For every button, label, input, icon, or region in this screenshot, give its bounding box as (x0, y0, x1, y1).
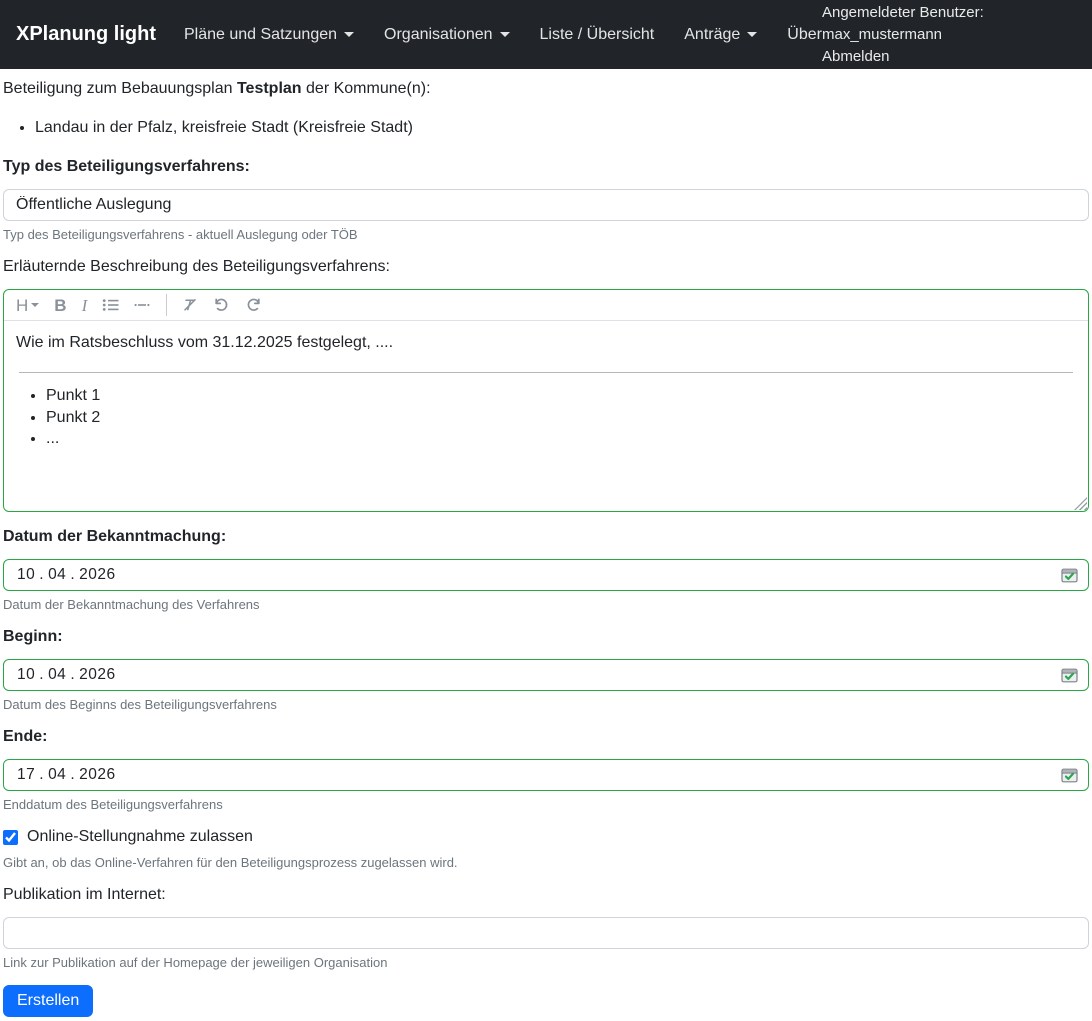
calendar-picker-button[interactable] (1061, 767, 1078, 783)
date-day[interactable]: 10 (17, 666, 35, 684)
intro-suffix: der Kommune(n): (306, 80, 431, 97)
online-statement-label[interactable]: Online-Stellungnahme zulassen (27, 825, 253, 849)
publication-field-help: Link zur Publikation auf der Homepage de… (3, 955, 388, 970)
bullet-list-icon (103, 299, 119, 311)
nav-item-antraege[interactable]: Anträge (684, 25, 758, 44)
editor-horizontal-rule (19, 372, 1073, 373)
calendar-check-icon (1061, 668, 1078, 683)
online-checkbox-help: Gibt an, ob das Online-Verfahren für den… (3, 855, 458, 870)
clear-formatting-icon (184, 299, 196, 311)
type-field-label: Typ des Beteiligungsverfahrens: (3, 158, 250, 175)
nav-item-organisationen[interactable]: Organisationen (384, 26, 510, 44)
chevron-down-icon (499, 32, 510, 37)
horizontal-rule-icon (134, 303, 150, 307)
redo-button[interactable] (245, 297, 262, 313)
date-value: 10 . 04 . 2026 (17, 666, 116, 684)
calendar-picker-button[interactable] (1061, 567, 1078, 583)
municipality-list: Landau in der Pfalz, kreisfreie Stadt (K… (3, 116, 1089, 140)
logout-link[interactable]: Abmelden (822, 46, 890, 68)
type-field-help: Typ des Beteiligungsverfahrens - aktuell… (3, 227, 358, 242)
online-statement-checkbox[interactable] (3, 829, 18, 845)
horizontal-rule-button[interactable] (134, 297, 151, 313)
end-date-help: Enddatum des Beteiligungsverfahrens (3, 797, 223, 812)
chevron-down-icon (747, 32, 758, 37)
date-separator: . (39, 766, 45, 783)
start-date-label: Beginn: (3, 628, 63, 645)
date-day[interactable]: 10 (17, 566, 35, 584)
date-day[interactable]: 17 (17, 766, 35, 784)
date-separator: . (70, 666, 76, 683)
nav-item-liste-uebersicht[interactable]: Liste / Übersicht (540, 26, 655, 44)
chevron-down-icon (31, 303, 40, 307)
calendar-check-icon (1061, 768, 1078, 783)
date-value: 10 . 04 . 2026 (17, 566, 116, 584)
online-checkbox-row: Online-Stellungnahme zulassen (3, 825, 1089, 849)
editor-content[interactable]: Wie im Ratsbeschluss vom 31.12.2025 fest… (4, 321, 1088, 511)
plan-name: Testplan (236, 80, 302, 97)
editor-bullet-list: Punkt 1 Punkt 2 ... (16, 385, 1076, 450)
nav-item-label: Pläne und Satzungen (184, 25, 338, 43)
date-separator: . (70, 766, 76, 783)
nav-item-label: Anträge (684, 25, 741, 43)
nav-item-label: Organisationen (384, 25, 493, 43)
announcement-date-label: Datum der Bekanntmachung: (3, 528, 227, 545)
intro-text: Beteiligung zum Bebauungsplan Testplan d… (3, 77, 1089, 101)
type-field-input[interactable] (3, 189, 1089, 221)
editor-list-item: ... (46, 428, 1076, 450)
toolbar-separator (166, 294, 168, 316)
end-date-label: Ende: (3, 728, 48, 745)
user-block: Angemeldeter Benutzer: max_mustermann Ab… (822, 2, 1076, 68)
date-month[interactable]: 04 (48, 666, 66, 684)
editor-toolbar: H B I (4, 290, 1088, 321)
redo-icon (247, 298, 260, 311)
announcement-date-input[interactable]: 10 . 04 . 2026 (3, 559, 1089, 591)
publication-url-input[interactable] (3, 917, 1089, 949)
editor-paragraph: Wie im Ratsbeschluss vom 31.12.2025 fest… (16, 334, 394, 351)
nav-item-label: Über (787, 25, 822, 43)
calendar-picker-button[interactable] (1061, 667, 1078, 683)
date-year[interactable]: 2026 (79, 666, 115, 684)
intro-prefix: Beteiligung zum Bebauungsplan (3, 80, 233, 97)
description-field-label: Erläuternde Beschreibung des Beteiligung… (3, 258, 390, 275)
start-date-help: Datum des Beginns des Beteiligungsverfah… (3, 697, 277, 712)
editor-list-item: Punkt 1 (46, 385, 1076, 407)
date-separator: . (39, 566, 45, 583)
end-date-input[interactable]: 17 . 04 . 2026 (3, 759, 1089, 791)
nav-item-ueber[interactable]: Über (787, 26, 822, 44)
date-year[interactable]: 2026 (79, 566, 115, 584)
app-brand[interactable]: XPlanung light (16, 23, 156, 46)
main-nav: Pläne und Satzungen Organisationen Liste… (184, 26, 822, 44)
announcement-date-help: Datum der Bekanntmachung des Verfahrens (3, 597, 260, 612)
chevron-down-icon (344, 32, 355, 37)
date-value: 17 . 04 . 2026 (17, 766, 116, 784)
navbar: XPlanung light Pläne und Satzungen Organ… (0, 0, 1092, 69)
clear-formatting-button[interactable] (182, 297, 198, 313)
undo-button[interactable] (213, 297, 230, 313)
nav-item-label: Liste / Übersicht (539, 25, 655, 43)
calendar-check-icon (1061, 568, 1078, 583)
publication-field-label: Publikation im Internet: (3, 886, 166, 903)
heading-button[interactable]: H (16, 295, 40, 315)
municipality-item: Landau in der Pfalz, kreisfreie Stadt (K… (35, 116, 1089, 140)
rich-text-editor: H B I Wie im Ratsbeschluss vom 31.12.202… (3, 289, 1089, 512)
date-separator: . (70, 566, 76, 583)
date-year[interactable]: 2026 (79, 766, 115, 784)
editor-list-item: Punkt 2 (46, 407, 1076, 429)
start-date-input[interactable]: 10 . 04 . 2026 (3, 659, 1089, 691)
participation-form: Beteiligung zum Bebauungsplan Testplan d… (0, 69, 1092, 1021)
italic-button[interactable]: I (82, 297, 88, 314)
bullet-list-button[interactable] (102, 297, 119, 313)
date-month[interactable]: 04 (48, 566, 66, 584)
undo-icon (215, 298, 228, 311)
date-month[interactable]: 04 (48, 766, 66, 784)
create-button[interactable]: Erstellen (3, 985, 94, 1017)
date-separator: . (39, 666, 45, 683)
bold-button[interactable]: B (54, 297, 66, 314)
logged-in-user-text: Angemeldeter Benutzer: max_mustermann (821, 3, 984, 43)
heading-icon: H (16, 295, 29, 315)
nav-item-plaene-und-satzungen[interactable]: Pläne und Satzungen (184, 25, 355, 44)
